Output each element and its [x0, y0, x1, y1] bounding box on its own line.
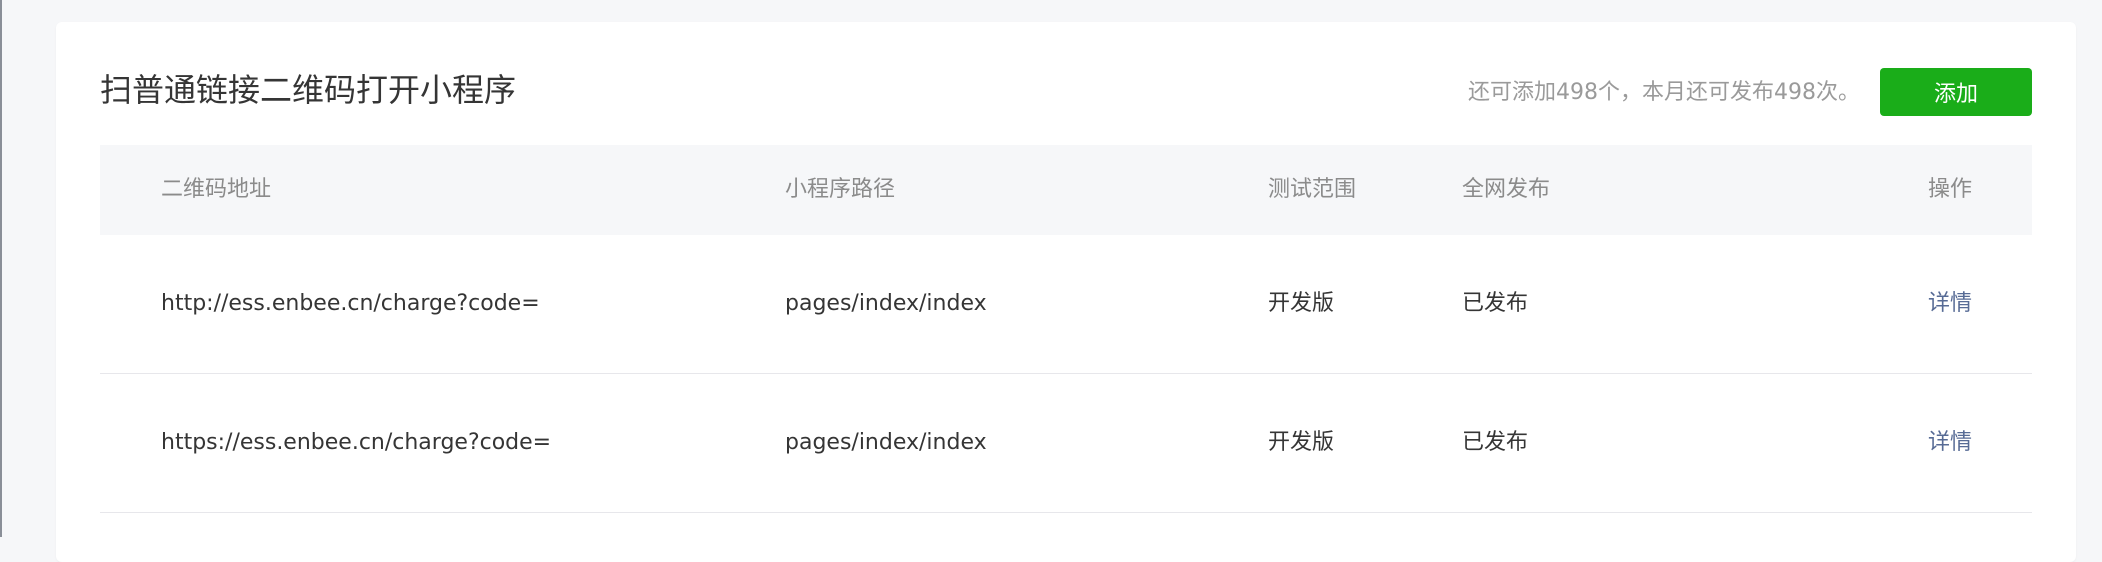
qr-link-card: 扫普通链接二维码打开小程序 还可添加498个，本月还可发布498次。 添加 二维… [56, 22, 2076, 562]
path-cell: pages/index/index [785, 430, 987, 455]
qr-url-cell: https://ess.enbee.cn/charge?code= [161, 430, 552, 455]
qr-url-cell: http://ess.enbee.cn/charge?code= [161, 291, 540, 316]
window-left-border [0, 0, 2, 537]
publish-status-cell: 已发布 [1462, 291, 1529, 316]
path-cell: pages/index/index [785, 291, 987, 316]
column-header-action: 操作 [1927, 177, 1972, 202]
test-scope-cell: 开发版 [1268, 430, 1335, 455]
quota-text: 还可添加498个，本月还可发布498次。 [1468, 80, 1860, 105]
column-header-path: 小程序路径 [785, 177, 896, 202]
qr-rules-table: 二维码地址 小程序路径 测试范围 全网发布 操作 http://ess.enbe… [100, 145, 2032, 513]
test-scope-cell: 开发版 [1268, 291, 1335, 316]
details-link[interactable]: 详情 [1928, 235, 1972, 373]
add-button[interactable]: 添加 [1880, 68, 2032, 116]
column-header-publish: 全网发布 [1462, 177, 1551, 202]
table-row: https://ess.enbee.cn/charge?code= pages/… [100, 374, 2032, 513]
details-link[interactable]: 详情 [1928, 374, 1972, 512]
page-title: 扫普通链接二维码打开小程序 [100, 71, 517, 109]
table-row: http://ess.enbee.cn/charge?code= pages/i… [100, 235, 2032, 374]
publish-status-cell: 已发布 [1462, 430, 1529, 455]
column-header-test-scope: 测试范围 [1268, 177, 1357, 202]
table-header: 二维码地址 小程序路径 测试范围 全网发布 操作 [100, 145, 2032, 235]
column-header-qr-url: 二维码地址 [161, 177, 272, 202]
